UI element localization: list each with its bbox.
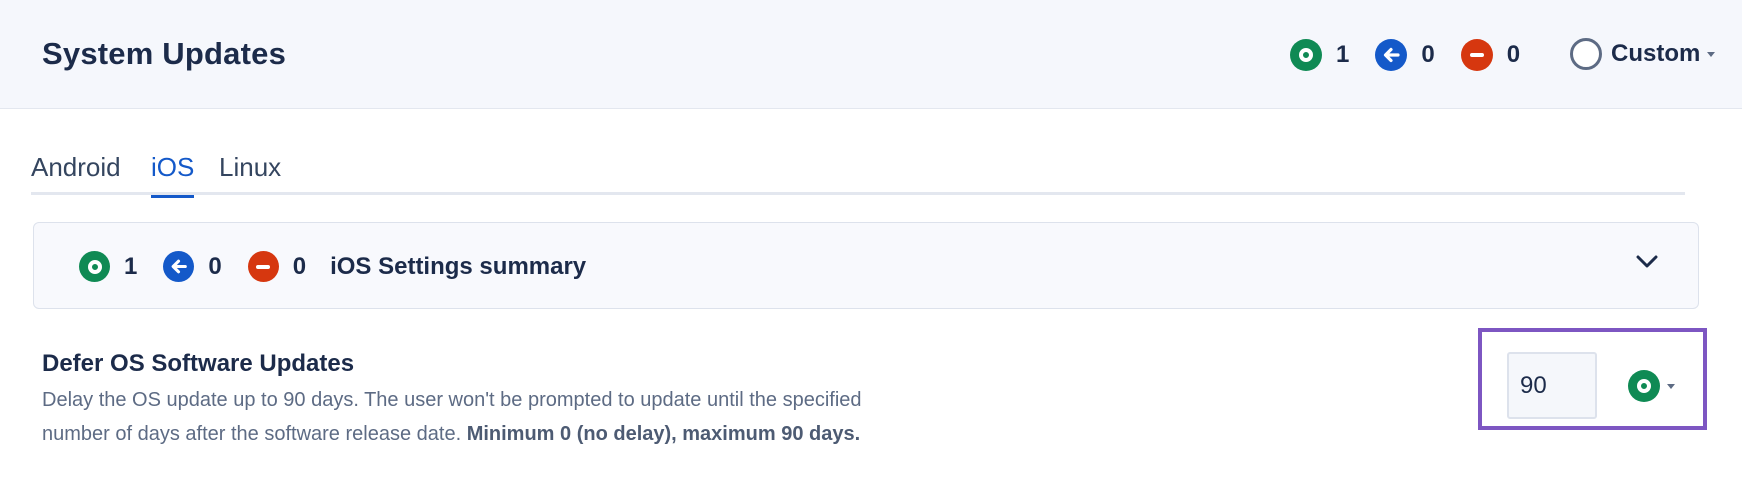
- summary-blocked-count: 0: [292, 252, 307, 280]
- caret-down-icon: [1707, 51, 1716, 57]
- inherited-stat: 0: [1375, 39, 1435, 71]
- empty-circle-icon: [1570, 38, 1602, 70]
- tab-android[interactable]: Android: [31, 152, 121, 192]
- summary-compliant-count: 1: [124, 252, 138, 280]
- inherited-count: 0: [1421, 41, 1435, 68]
- compliant-stat: 1: [1290, 39, 1349, 71]
- setting-description: Delay the OS update up to 90 days. The u…: [42, 383, 862, 451]
- platform-tabs: Android iOS Linux: [31, 145, 1685, 198]
- compliant-icon: [1290, 39, 1322, 71]
- minus-icon: [247, 251, 279, 282]
- blocked-count: 0: [1506, 41, 1521, 68]
- summary-compliant-stat: 1: [79, 251, 137, 282]
- tab-ios[interactable]: iOS: [151, 152, 195, 198]
- blocked-stat: 0: [1460, 39, 1521, 71]
- compliant-count: 1: [1336, 41, 1350, 68]
- setting-control-highlight: [1478, 328, 1707, 430]
- tab-linux[interactable]: Linux: [219, 152, 281, 192]
- setting-title: Defer OS Software Updates: [42, 350, 355, 377]
- green-circle-icon: [1628, 370, 1660, 402]
- summary-inherited-stat: 0: [163, 251, 222, 282]
- profile-label: Custom: [1611, 40, 1701, 67]
- arrow-left-icon: [1375, 39, 1408, 71]
- caret-down-icon: [1667, 383, 1675, 389]
- page-title: System Updates: [42, 36, 287, 71]
- summary-row: 1 0 0 iOS Settings summary: [79, 251, 586, 282]
- minus-icon: [1460, 39, 1493, 71]
- page-header: System Updates 1 0 0 Custom: [0, 0, 1742, 109]
- summary-title: iOS Settings summary: [330, 252, 587, 280]
- setting-constraint: Minimum 0 (no delay), maximum 90 days.: [466, 423, 861, 445]
- defer-days-input[interactable]: [1507, 352, 1597, 419]
- arrow-left-icon: [163, 251, 195, 282]
- summary-inherited-count: 0: [208, 252, 222, 280]
- status-dropdown[interactable]: [1628, 370, 1675, 402]
- chevron-down-icon[interactable]: [1636, 255, 1658, 269]
- summary-blocked-stat: 0: [247, 251, 307, 282]
- header-stats: 1 0 0: [1290, 38, 1546, 72]
- settings-summary-panel[interactable]: 1 0 0 iOS Settings summary: [33, 222, 1699, 309]
- profile-dropdown[interactable]: Custom: [1570, 38, 1716, 70]
- compliant-icon: [79, 251, 110, 282]
